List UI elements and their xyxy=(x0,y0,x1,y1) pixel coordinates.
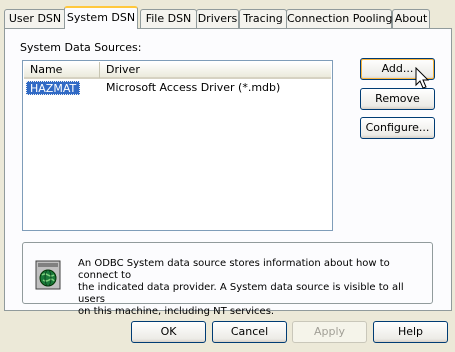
cancel-button[interactable]: Cancel xyxy=(212,321,287,343)
info-line-2: the indicated data provider. A System da… xyxy=(78,282,404,305)
list-header: Name Driver xyxy=(24,62,331,79)
list-item[interactable]: HAZMAT Microsoft Access Driver (*.mdb) xyxy=(26,81,326,95)
column-header-name[interactable]: Name xyxy=(24,62,100,78)
remove-button[interactable]: Remove xyxy=(360,88,435,110)
odbc-globe-icon xyxy=(35,260,61,290)
tab-file-dsn[interactable]: File DSN xyxy=(140,9,197,28)
tab-drivers[interactable]: Drivers xyxy=(196,9,239,28)
data-sources-list[interactable]: Name Driver HAZMAT Microsoft Access Driv… xyxy=(22,60,333,231)
system-data-sources-label: System Data Sources: xyxy=(20,41,142,54)
info-line-3: on this machine, including NT services. xyxy=(78,306,275,317)
tab-strip: User DSN System DSN File DSN Drivers Tra… xyxy=(4,6,452,29)
info-line-1: An ODBC System data source stores inform… xyxy=(78,258,390,281)
tab-user-dsn[interactable]: User DSN xyxy=(4,9,66,28)
info-box: An ODBC System data source stores inform… xyxy=(22,242,433,317)
tab-about[interactable]: About xyxy=(392,9,430,28)
tab-system-dsn[interactable]: System DSN xyxy=(64,6,138,29)
mouse-pointer-icon xyxy=(415,67,430,89)
info-text: An ODBC System data source stores inform… xyxy=(78,258,428,318)
list-item-name[interactable]: HAZMAT xyxy=(26,81,81,95)
help-button[interactable]: Help xyxy=(373,321,448,343)
tab-connection-pooling[interactable]: Connection Pooling xyxy=(286,9,393,28)
configure-button[interactable]: Configure... xyxy=(360,117,435,139)
tab-tracing[interactable]: Tracing xyxy=(239,9,287,28)
ok-button[interactable]: OK xyxy=(131,321,206,343)
column-header-driver[interactable]: Driver xyxy=(100,62,332,78)
list-item-driver: Microsoft Access Driver (*.mdb) xyxy=(106,81,281,94)
apply-button[interactable]: Apply xyxy=(292,321,367,343)
